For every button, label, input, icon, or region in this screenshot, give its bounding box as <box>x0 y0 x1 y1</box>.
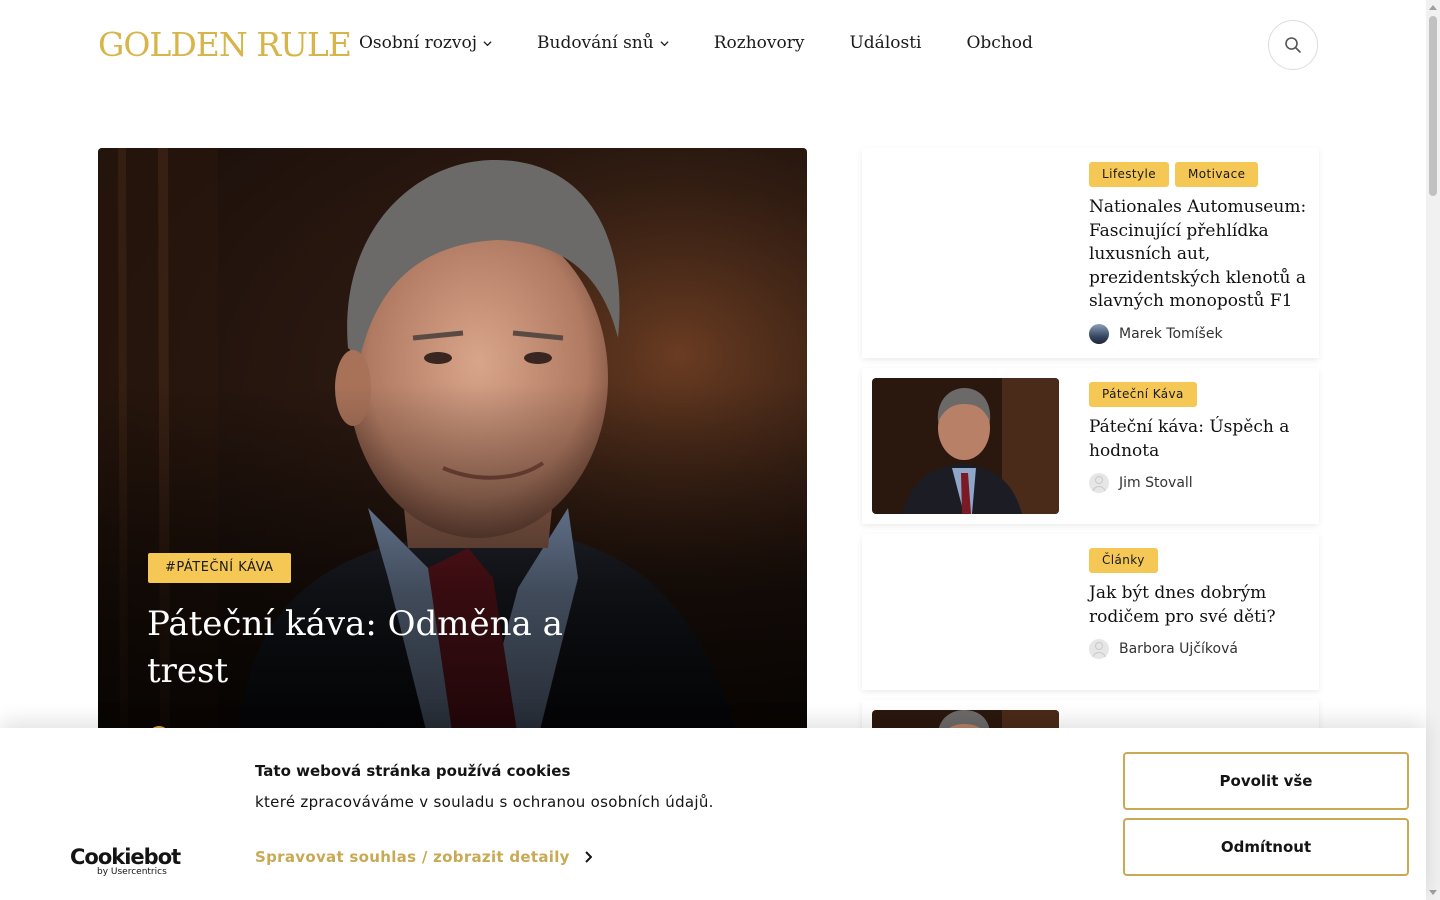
hero-article[interactable]: #PÁTEČNÍ KÁVA Páteční káva: Odměna a tre… <box>98 148 807 738</box>
scroll-down-arrow-icon[interactable] <box>1429 890 1437 895</box>
author-name: Barbora Ujčíková <box>1119 641 1238 657</box>
tag-list: Páteční Káva <box>1089 382 1309 407</box>
nav-item-budovani-snu[interactable]: Budování snů <box>537 33 669 53</box>
tag-motivace[interactable]: Motivace <box>1175 162 1259 187</box>
article-card-body: Páteční Káva Páteční káva: Úspěch a hodn… <box>1089 382 1309 493</box>
cookiebot-logo: Cookiebot by Usercentrics <box>70 845 181 877</box>
site-logo[interactable]: GOLDEN RULE <box>98 26 352 64</box>
cookiebot-logo-main: Cookiebot <box>70 845 181 869</box>
nav-item-osobni-rozvoj[interactable]: Osobní rozvoj <box>359 33 492 53</box>
nav-item-udalosti[interactable]: Události <box>849 33 921 53</box>
tag-patecni-kava[interactable]: Páteční Káva <box>1089 382 1197 407</box>
chevron-right-icon <box>585 851 592 863</box>
article-card[interactable]: Články Jak být dnes dobrým rodičem pro s… <box>862 534 1319 690</box>
scrollbar-thumb[interactable] <box>1429 16 1437 196</box>
article-thumbnail[interactable] <box>872 378 1059 514</box>
cookie-consent-banner: Cookiebot by Usercentrics Tato webová st… <box>0 728 1426 900</box>
article-author[interactable]: Marek Tomíšek <box>1089 323 1309 344</box>
nav-item-obchod[interactable]: Obchod <box>966 33 1032 53</box>
tag-clanky[interactable]: Články <box>1089 548 1158 573</box>
article-title[interactable]: Jak být dnes dobrým rodičem pro své děti… <box>1089 582 1309 629</box>
page-scrollbar[interactable] <box>1426 0 1440 900</box>
nav-item-label: Obchod <box>966 33 1033 53</box>
author-avatar <box>1089 473 1109 493</box>
cookie-title: Tato webová stránka používá cookies <box>255 762 571 780</box>
author-name: Marek Tomíšek <box>1119 325 1223 342</box>
article-title[interactable]: Nationales Automuseum: Fascinující přehl… <box>1089 196 1309 314</box>
author-name: Jim Stovall <box>1119 475 1193 491</box>
author-avatar <box>1089 323 1109 344</box>
author-avatar <box>1089 639 1109 659</box>
nav-item-label: Rozhovory <box>713 33 805 53</box>
article-card-body: Lifestyle Motivace Nationales Automuseum… <box>1089 162 1309 344</box>
hero-category-tag[interactable]: #PÁTEČNÍ KÁVA <box>148 553 291 583</box>
reject-button[interactable]: Odmítnout <box>1123 818 1409 876</box>
manage-consent-link[interactable]: Spravovat souhlas / zobrazit detaily <box>255 848 592 866</box>
article-card-body: Články Jak být dnes dobrým rodičem pro s… <box>1089 548 1309 659</box>
article-author[interactable]: Jim Stovall <box>1089 473 1309 493</box>
hero-title[interactable]: Páteční káva: Odměna a trest <box>147 601 587 695</box>
tag-list: Lifestyle Motivace <box>1089 162 1309 187</box>
nav-item-rozhovory[interactable]: Rozhovory <box>714 33 805 53</box>
nav-item-label: Události <box>849 33 922 53</box>
search-icon <box>1285 37 1301 53</box>
cookie-description: které zpracováváme v souladu s ochranou … <box>255 793 714 811</box>
article-author[interactable]: Barbora Ujčíková <box>1089 639 1309 659</box>
site-header: GOLDEN RULE Osobní rozvoj Budování snů R… <box>0 0 1426 90</box>
nav-item-label: Budování snů <box>537 33 654 53</box>
main-nav: Osobní rozvoj Budování snů Rozhovory Udá… <box>359 33 1078 53</box>
nav-item-label: Osobní rozvoj <box>359 33 477 53</box>
article-card[interactable]: Lifestyle Motivace Nationales Automuseum… <box>862 148 1319 358</box>
article-card[interactable]: Páteční Káva Páteční káva: Úspěch a hodn… <box>862 368 1319 524</box>
tag-lifestyle[interactable]: Lifestyle <box>1089 162 1170 187</box>
accept-all-button[interactable]: Povolit vše <box>1123 752 1409 810</box>
tag-list: Články <box>1089 548 1309 573</box>
search-button[interactable] <box>1268 20 1318 70</box>
scroll-up-arrow-icon[interactable] <box>1429 5 1437 10</box>
chevron-down-icon <box>483 40 492 46</box>
article-title[interactable]: Páteční káva: Úspěch a hodnota <box>1089 416 1309 463</box>
chevron-down-icon <box>660 40 669 46</box>
manage-consent-label: Spravovat souhlas / zobrazit detaily <box>255 848 570 866</box>
article-thumbnail-image <box>872 378 1059 514</box>
